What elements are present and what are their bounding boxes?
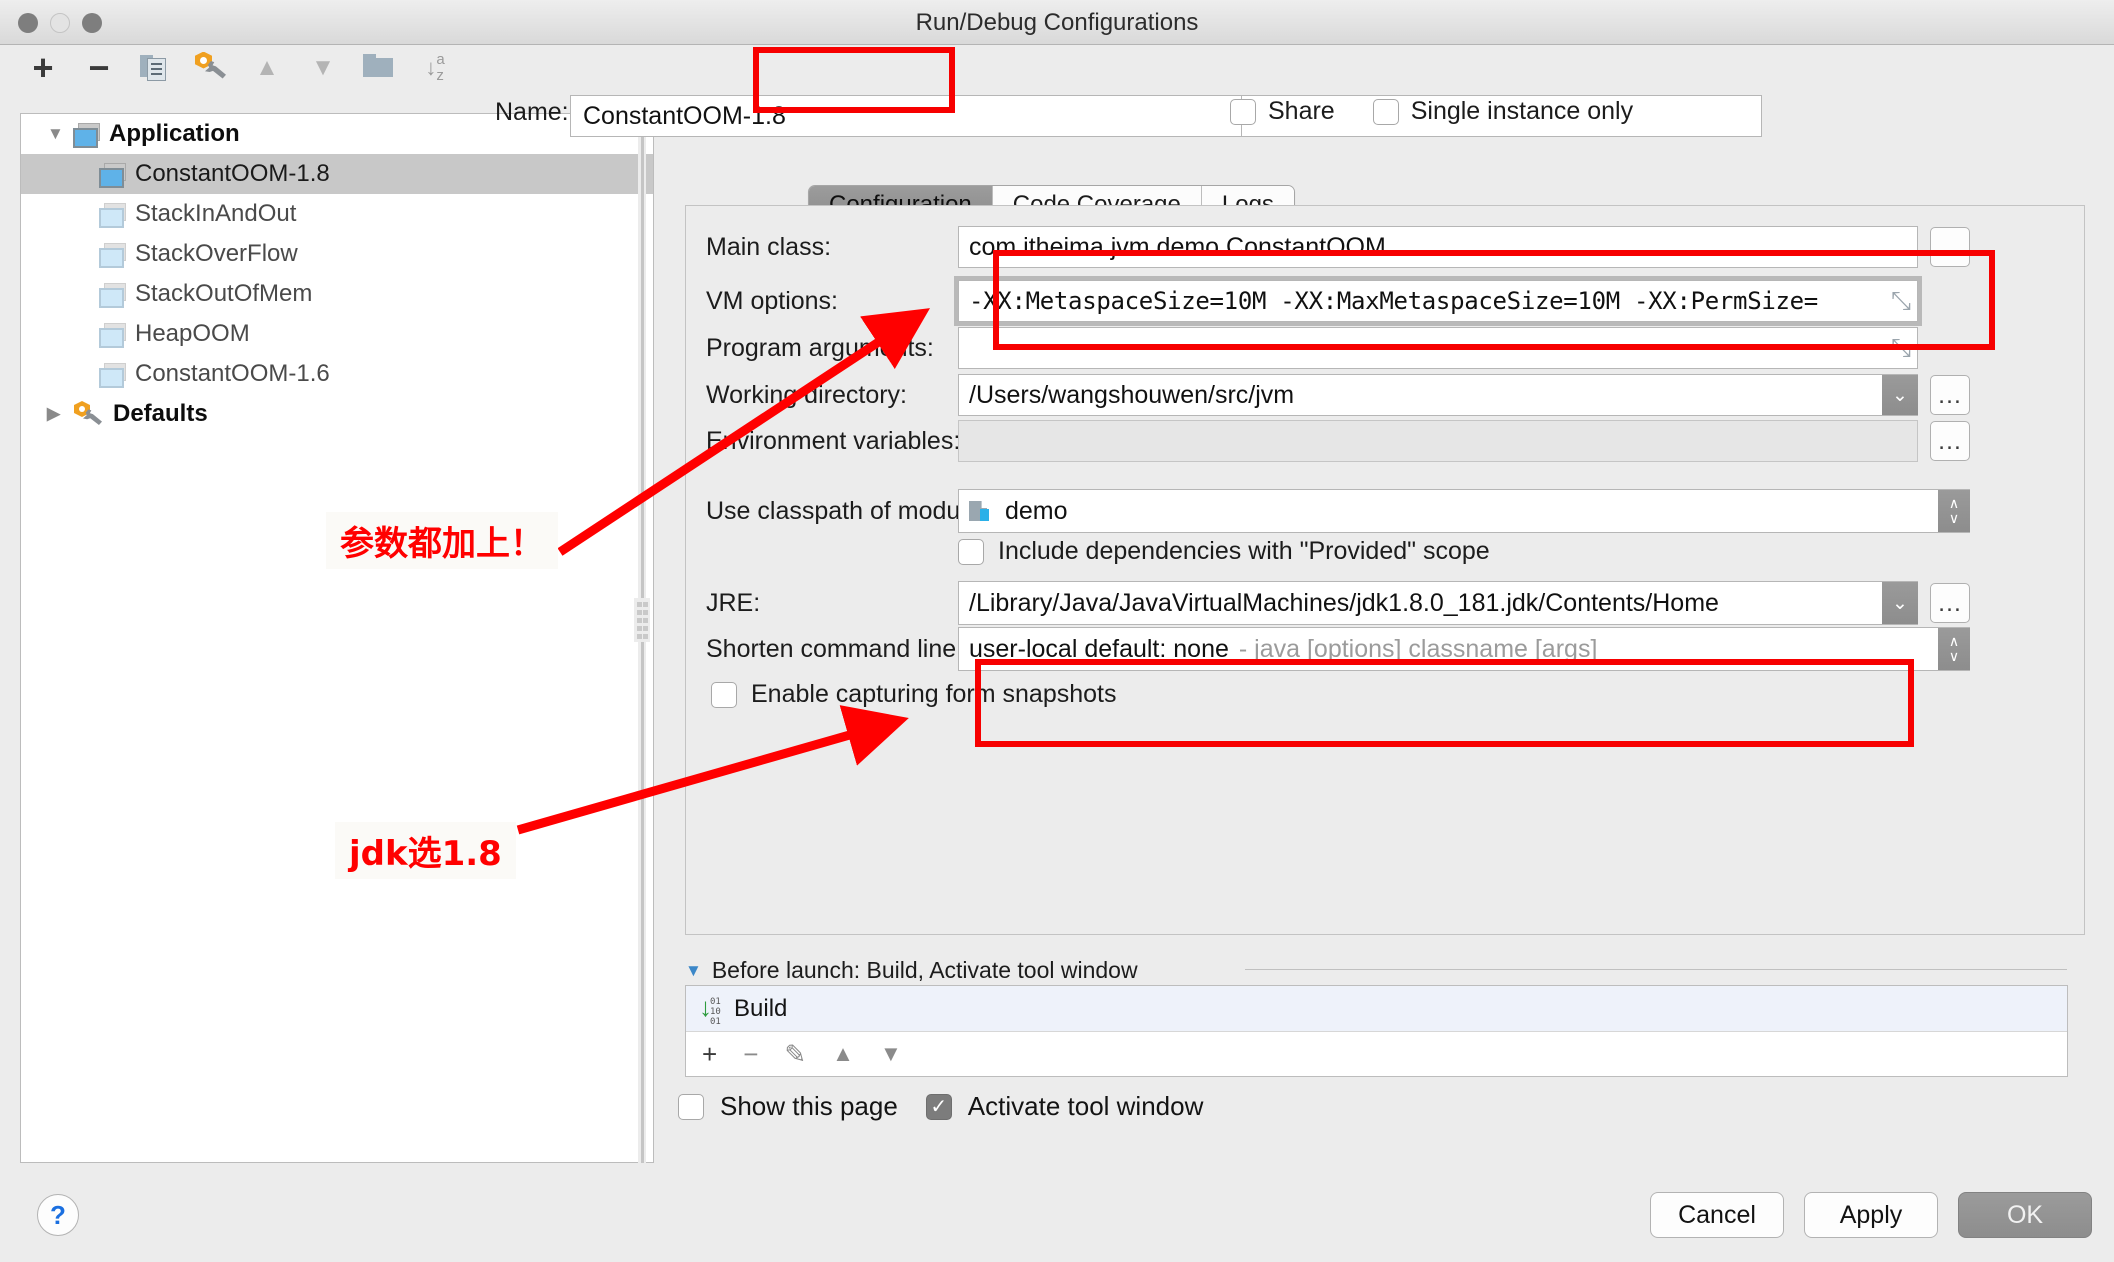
annotation-note-jre: jdk选1.8 (335, 822, 516, 879)
annotation-overlay: 参数都加上！ jdk选1.8 (0, 0, 2114, 1262)
annotation-arrows (516, 308, 931, 835)
annotation-note-vm-options: 参数都加上！ (326, 512, 558, 569)
